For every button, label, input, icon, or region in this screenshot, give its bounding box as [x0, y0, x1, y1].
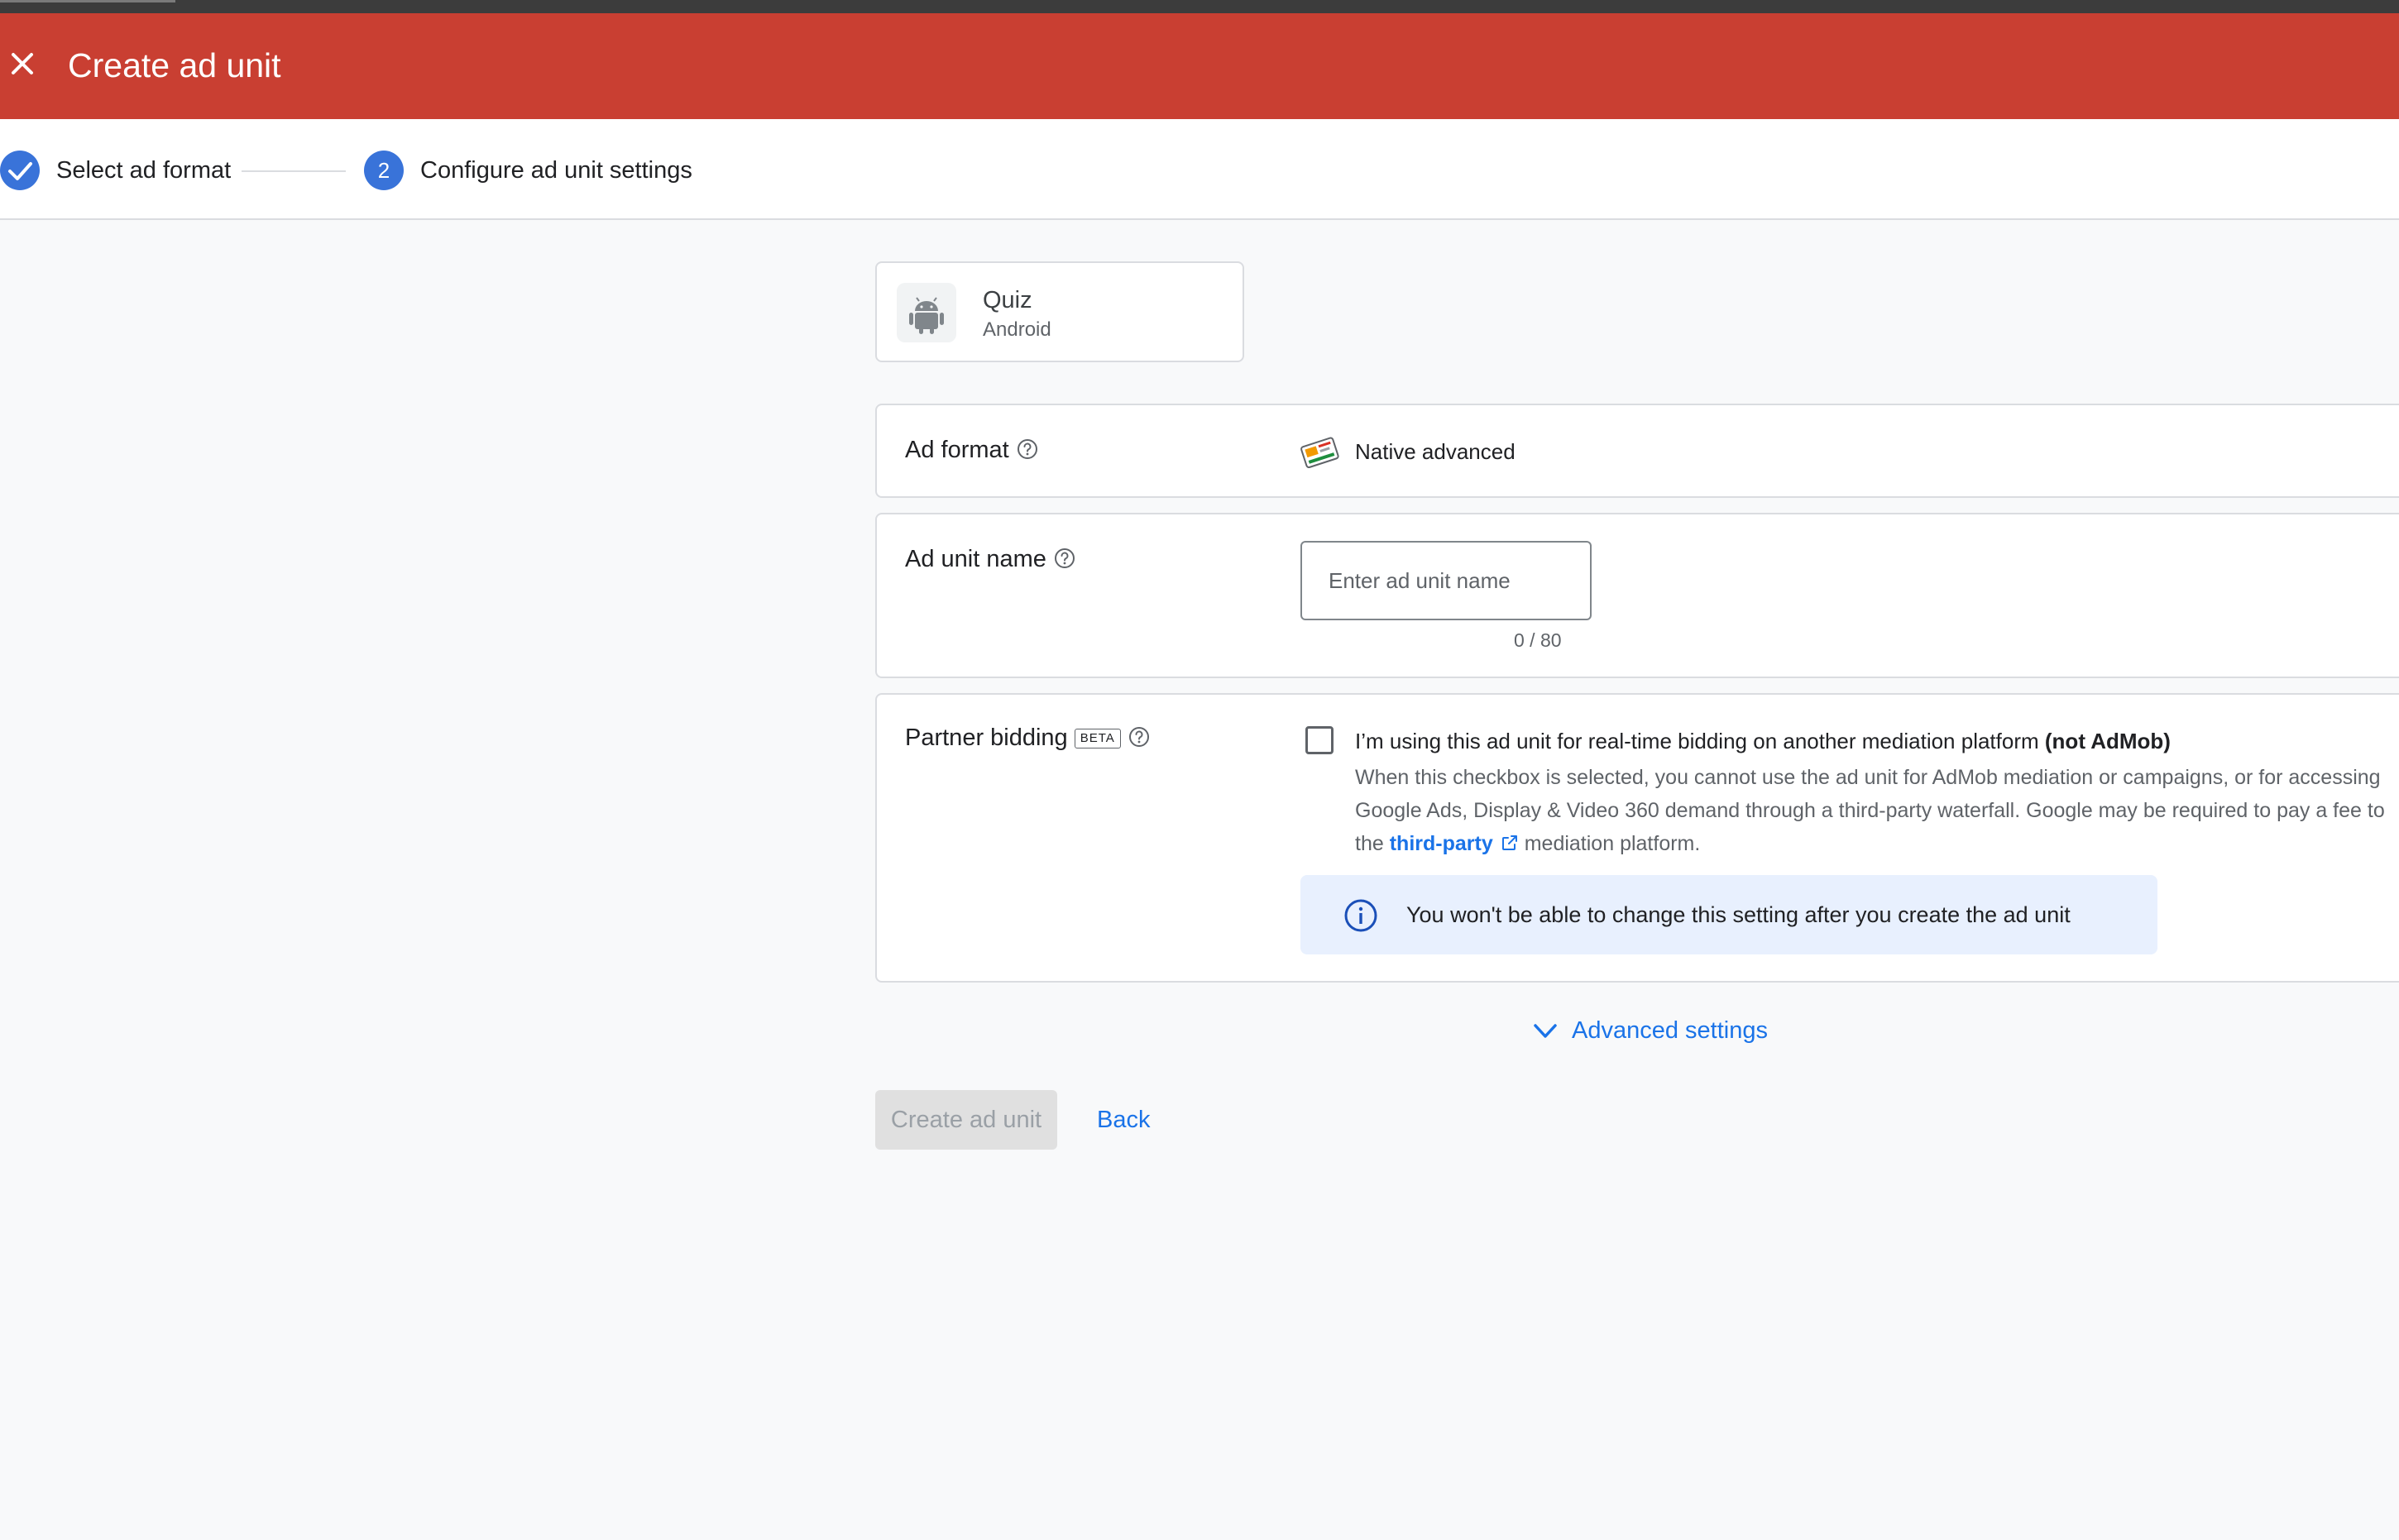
- beta-badge: BETA: [1074, 729, 1121, 748]
- browser-top-strip: [0, 0, 2399, 13]
- help-icon[interactable]: [1016, 438, 1039, 461]
- character-counter: 0 / 80: [1514, 629, 1562, 651]
- checkbox-label: I’m using this ad unit for real-time bid…: [1355, 726, 2171, 756]
- chevron-down-icon: [1534, 1024, 1557, 1038]
- info-icon: [1344, 899, 1377, 932]
- description-text-end: mediation platform.: [1524, 832, 1701, 855]
- close-icon[interactable]: [3, 45, 41, 83]
- ad-format-label-wrap: Ad format: [905, 435, 1039, 465]
- app-card: Quiz Android: [875, 261, 1244, 362]
- ad-format-value: Native advanced: [1355, 439, 1516, 464]
- android-icon: [897, 283, 956, 342]
- create-ad-unit-button[interactable]: Create ad unit: [875, 1090, 1057, 1150]
- step-2-number: 2: [364, 151, 404, 190]
- partner-bidding-row: Partner bidding BETA I’m using this ad un…: [875, 693, 2399, 983]
- partner-bidding-description: When this checkbox is selected, you cann…: [1355, 761, 2399, 860]
- back-button[interactable]: Back: [1097, 1103, 1150, 1136]
- ad-format-label: Ad format: [905, 437, 1009, 463]
- ad-unit-name-label-wrap: Ad unit name: [905, 544, 1076, 574]
- ad-unit-name-label: Ad unit name: [905, 546, 1046, 572]
- third-party-link[interactable]: third-party: [1390, 832, 1493, 855]
- check-icon: [0, 151, 40, 190]
- rtb-checkbox[interactable]: [1305, 726, 1334, 754]
- checkbox-label-text: I’m using this ad unit for real-time bid…: [1355, 729, 2039, 753]
- stepper: Select ad format 2 Configure ad unit set…: [0, 119, 2399, 220]
- app-header: Create ad unit: [0, 13, 2399, 119]
- ad-unit-name-input[interactable]: [1300, 541, 1592, 620]
- step-connector: [242, 170, 346, 172]
- page-title: Create ad unit: [68, 46, 281, 84]
- browser-tab-indicator: [0, 0, 175, 2]
- checkbox-label-bold: (not AdMob): [2044, 729, 2171, 753]
- step-1-label: Select ad format: [56, 157, 232, 184]
- ad-unit-name-row: Ad unit name 0 / 80: [875, 513, 2399, 678]
- help-icon[interactable]: [1128, 725, 1151, 748]
- info-text: You won't be able to change this setting…: [1406, 902, 2071, 927]
- ad-format-row: Ad format Native advanced: [875, 404, 2399, 498]
- step-2-label: Configure ad unit settings: [420, 157, 692, 184]
- advanced-settings-label: Advanced settings: [1572, 1017, 1768, 1044]
- external-link-icon[interactable]: [1500, 833, 1520, 853]
- info-banner: You won't be able to change this setting…: [1300, 875, 2157, 954]
- app-platform: Android: [983, 318, 1051, 341]
- partner-bidding-label-wrap: Partner bidding BETA: [905, 723, 1151, 753]
- native-ad-format-icon: [1299, 433, 1342, 470]
- app-name: Quiz: [983, 287, 1032, 313]
- help-icon[interactable]: [1053, 547, 1076, 570]
- partner-bidding-label: Partner bidding: [905, 725, 1068, 751]
